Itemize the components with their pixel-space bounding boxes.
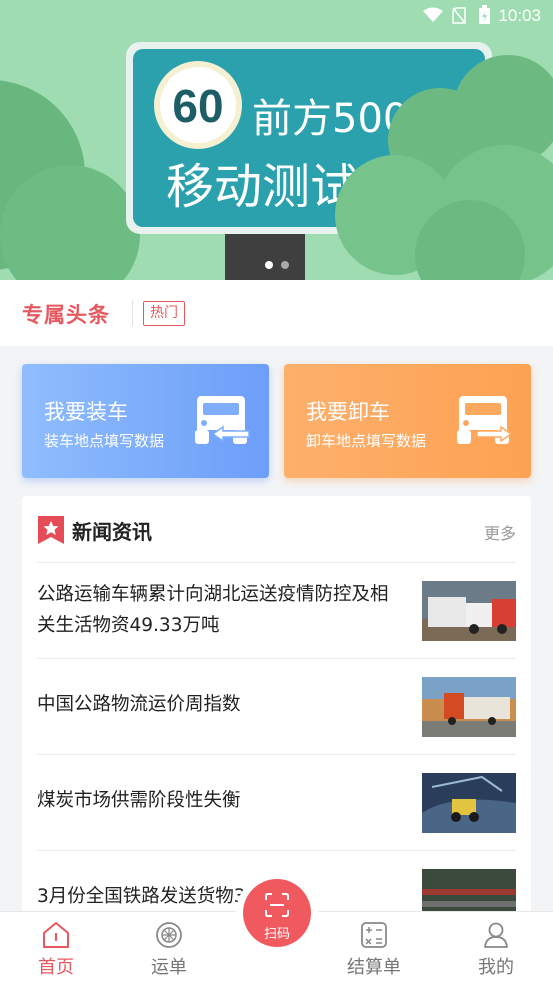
user-icon bbox=[484, 922, 508, 948]
tab-home-label: 首页 bbox=[38, 957, 74, 978]
news-title: 新闻资讯 bbox=[72, 520, 152, 544]
battery-charging-icon bbox=[479, 5, 490, 24]
tab-home[interactable]: 首页 bbox=[16, 912, 96, 983]
banner-speed-text: 60 bbox=[172, 80, 223, 132]
scan-button-circle: 扫码 bbox=[243, 879, 311, 947]
news-item-title-line1: 公路运输车辆累计向湖北运送疫情防控及相 bbox=[37, 584, 389, 605]
load-card-title: 我要装车 bbox=[44, 400, 128, 424]
headline-strip[interactable]: 专属头条 热门 bbox=[0, 280, 553, 346]
unload-truck-card[interactable]: 我要卸车 卸车地点填写数据 bbox=[284, 364, 531, 478]
wheel-icon bbox=[156, 922, 182, 948]
news-item-title-line2: 关生活物资49.33万吨 bbox=[37, 615, 220, 636]
news-header: 新闻资讯 更多 bbox=[22, 496, 531, 562]
tab-settlement-label: 结算单 bbox=[347, 957, 401, 978]
news-item-title: 煤炭市场供需阶段性失衡 bbox=[37, 790, 241, 811]
no-sim-icon bbox=[452, 7, 466, 24]
news-item[interactable]: 公路运输车辆累计向湖北运送疫情防控及相 关生活物资49.33万吨 bbox=[37, 563, 516, 659]
news-item[interactable]: 中国公路物流运价周指数 bbox=[37, 659, 516, 755]
wifi-icon bbox=[423, 7, 443, 22]
headline-divider bbox=[132, 300, 133, 326]
news-item-text: 公路运输车辆累计向湖北运送疫情防控及相 关生活物资49.33万吨 bbox=[37, 579, 407, 641]
tab-waybill-label: 运单 bbox=[151, 957, 187, 978]
carousel-dot[interactable] bbox=[280, 261, 289, 269]
news-item[interactable]: 煤炭市场供需阶段性失衡 bbox=[37, 755, 516, 851]
truck-unload-icon bbox=[457, 396, 513, 444]
banner-line2-text: 移动测试 bbox=[166, 159, 358, 215]
banner-image: 60 前方500m 移动测试 bbox=[0, 42, 553, 280]
news-thumbnail bbox=[422, 581, 516, 641]
news-section: 新闻资讯 更多 公路运输车辆累计向湖北运送疫情防控及相 关生活物资49.33万吨… bbox=[22, 496, 531, 916]
scan-label: 扫码 bbox=[263, 927, 290, 942]
news-thumbnail bbox=[422, 869, 516, 916]
news-thumbnail bbox=[422, 677, 516, 737]
news-thumbnail bbox=[422, 773, 516, 833]
news-more-link[interactable]: 更多 bbox=[484, 520, 516, 544]
bookmark-star-icon bbox=[38, 516, 64, 544]
load-truck-card[interactable]: 我要装车 装车地点填写数据 bbox=[22, 364, 269, 478]
status-bar: 10:03 bbox=[0, 0, 553, 32]
tab-waybill[interactable]: 运单 bbox=[129, 912, 209, 983]
news-item-title: 中国公路物流运价周指数 bbox=[37, 694, 241, 715]
tab-settlement[interactable]: 结算单 bbox=[334, 912, 414, 983]
carousel-dot-active[interactable] bbox=[264, 261, 273, 269]
truck-load-icon bbox=[195, 396, 250, 444]
load-card-subtitle: 装车地点填写数据 bbox=[44, 432, 165, 450]
hot-badge: 热门 bbox=[143, 301, 185, 326]
calculator-icon bbox=[361, 922, 387, 948]
news-item-title: 3月份全国铁路发送货物3.5亿吨 bbox=[37, 886, 301, 907]
banner-carousel[interactable]: 60 前方500m 移动测试 bbox=[0, 0, 553, 280]
scan-icon bbox=[265, 893, 289, 917]
headline-title: 专属头条 bbox=[22, 303, 110, 327]
status-time: 10:03 bbox=[498, 6, 541, 25]
home-icon bbox=[43, 922, 69, 948]
scan-button[interactable]: 扫码 bbox=[236, 872, 318, 954]
unload-card-title: 我要卸车 bbox=[306, 400, 390, 424]
unload-card-subtitle: 卸车地点填写数据 bbox=[306, 432, 427, 450]
tab-mine-label: 我的 bbox=[478, 957, 514, 978]
tab-mine[interactable]: 我的 bbox=[456, 912, 536, 983]
carousel-indicator bbox=[0, 254, 553, 273]
